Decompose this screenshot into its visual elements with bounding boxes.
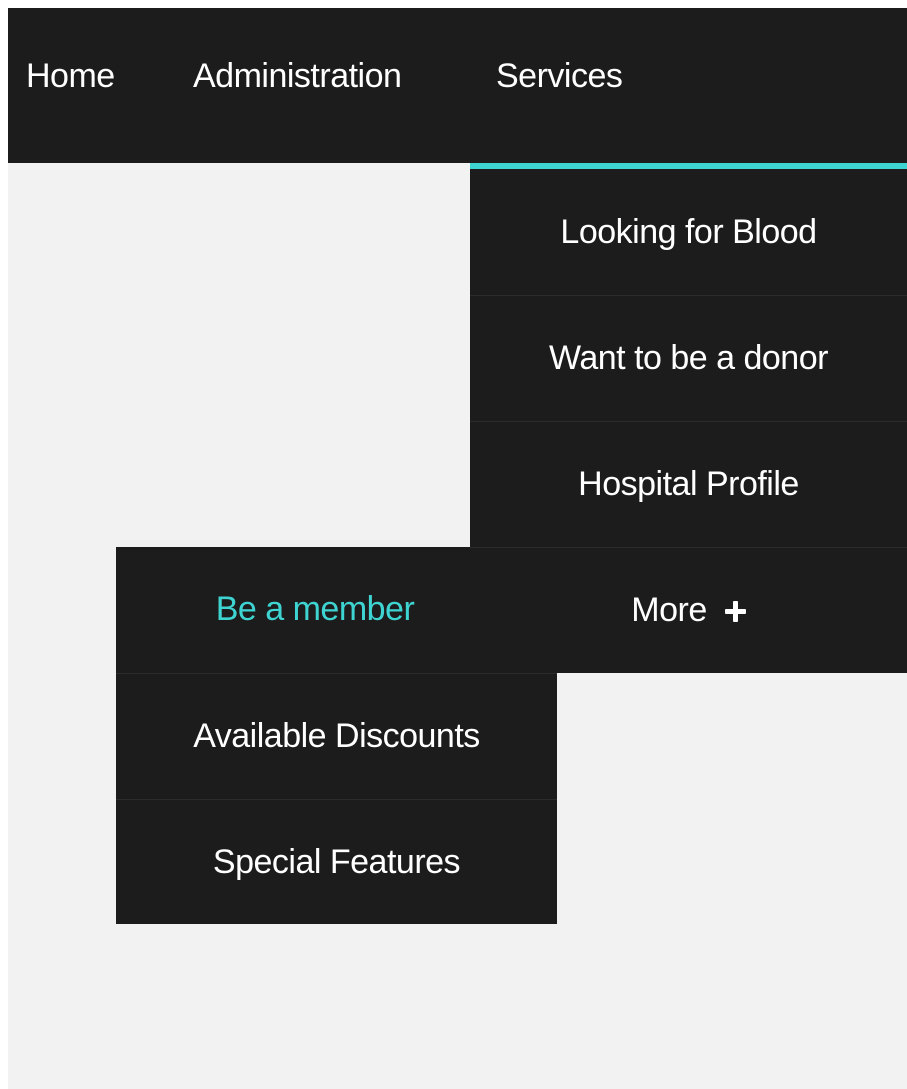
page-background: Home Administration Services Looking for… — [8, 8, 907, 1089]
nav-services[interactable]: Services — [496, 8, 623, 163]
menu-item-hospital-profile[interactable]: Hospital Profile — [470, 421, 907, 547]
submenu-item-special-features[interactable]: Special Features — [116, 799, 557, 924]
submenu-item-be-a-member[interactable]: Be a member — [116, 547, 470, 673]
top-navigation-bar: Home Administration Services — [8, 8, 907, 163]
plus-icon[interactable] — [724, 601, 746, 622]
more-label: More — [631, 591, 707, 629]
nav-administration[interactable]: Administration — [193, 8, 402, 163]
menu-item-want-to-be-a-donor[interactable]: Want to be a donor — [470, 295, 907, 421]
menu-item-looking-for-blood[interactable]: Looking for Blood — [470, 169, 907, 295]
nav-home[interactable]: Home — [26, 8, 115, 163]
menu-item-more[interactable]: More — [470, 547, 907, 673]
submenu-item-available-discounts[interactable]: Available Discounts — [116, 673, 557, 799]
